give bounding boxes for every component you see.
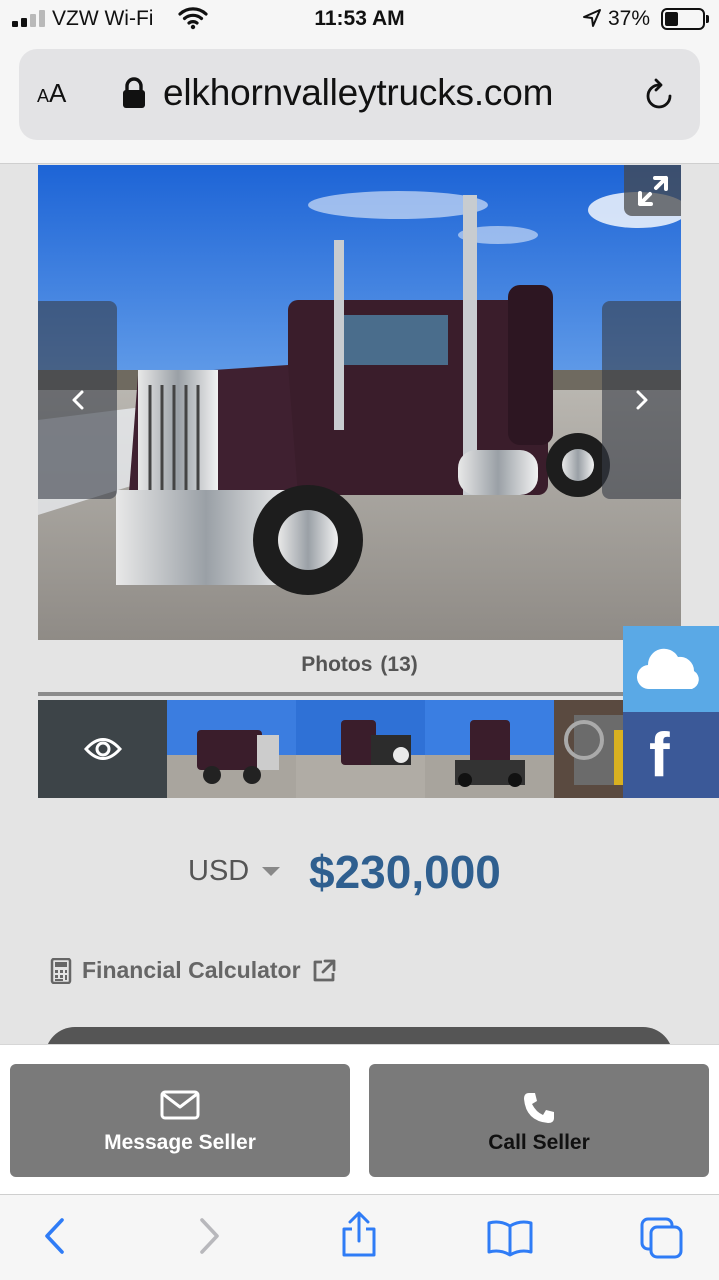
battery-percent: 37% xyxy=(608,7,651,30)
call-seller-label: Call Seller xyxy=(488,1131,590,1154)
view-all-photos-thumbnail[interactable] xyxy=(38,700,167,798)
thumbnail-strip xyxy=(38,700,623,798)
caret-down-icon[interactable] xyxy=(262,867,280,876)
cloud-icon xyxy=(636,648,699,690)
tabs-icon xyxy=(640,1217,683,1259)
photos-count-label[interactable]: Photos (13) xyxy=(38,653,681,677)
tabs-button[interactable] xyxy=(640,1217,684,1264)
message-seller-label: Message Seller xyxy=(104,1131,256,1154)
gallery-next-button[interactable] xyxy=(602,301,681,499)
text-size-button[interactable]: AA xyxy=(37,78,66,109)
reload-icon[interactable] xyxy=(643,77,675,116)
back-icon xyxy=(45,1218,64,1254)
bookmarks-icon xyxy=(487,1220,533,1257)
facebook-share-button[interactable]: f xyxy=(623,712,719,798)
chevron-left-icon xyxy=(72,390,83,410)
forward-button[interactable] xyxy=(194,1216,224,1261)
call-seller-button[interactable]: Call Seller xyxy=(369,1064,709,1177)
forward-icon xyxy=(200,1218,219,1254)
external-link-icon xyxy=(313,959,335,981)
social-share-rail: f xyxy=(623,626,719,798)
currency-selector[interactable]: USD xyxy=(188,855,249,888)
back-button[interactable] xyxy=(40,1216,70,1261)
phone-icon xyxy=(524,1093,554,1123)
financial-calculator-label: Financial Calculator xyxy=(82,957,301,983)
envelope-icon xyxy=(160,1090,200,1120)
photo-thumbnail[interactable] xyxy=(167,700,296,798)
share-button[interactable] xyxy=(340,1211,378,1264)
photo-thumbnail[interactable] xyxy=(554,700,623,798)
listing-price: $230,000 xyxy=(309,846,501,898)
chevron-right-icon xyxy=(636,390,647,410)
url-text[interactable]: elkhornvalleytrucks.com xyxy=(163,72,553,114)
lock-icon xyxy=(122,77,146,114)
battery-tip xyxy=(706,15,709,23)
eye-icon xyxy=(83,738,122,760)
partially-hidden-button[interactable] xyxy=(45,1027,673,1045)
cloud-share-button[interactable] xyxy=(623,626,719,712)
contact-action-bar: Message Seller Call Seller xyxy=(0,1044,719,1194)
status-bar: VZW Wi-Fi 11:53 AM 37% xyxy=(0,0,719,40)
bookmarks-button[interactable] xyxy=(486,1219,534,1262)
location-arrow-icon xyxy=(582,8,602,33)
browser-header: AA elkhornvalleytrucks.com xyxy=(0,40,719,164)
listing-content: Photos (13) f USD $230,000 Financial Cal… xyxy=(0,165,719,1045)
facebook-icon: f xyxy=(649,720,670,790)
photos-divider xyxy=(38,692,623,696)
photos-count: (13) xyxy=(380,653,418,676)
price-row: USD $230,000 xyxy=(0,845,719,905)
expand-icon xyxy=(637,175,668,206)
battery-icon xyxy=(661,8,705,30)
calculator-icon xyxy=(50,957,72,984)
photos-label: Photos xyxy=(301,653,373,676)
photo-thumbnail[interactable] xyxy=(425,700,554,798)
expand-gallery-button[interactable] xyxy=(624,165,681,216)
photo-thumbnail[interactable] xyxy=(296,700,425,798)
message-seller-button[interactable]: Message Seller xyxy=(10,1064,350,1177)
browser-toolbar xyxy=(0,1194,719,1280)
main-photo[interactable] xyxy=(38,165,681,640)
share-icon xyxy=(342,1211,376,1257)
financial-calculator-link[interactable]: Financial Calculator xyxy=(50,957,337,984)
gallery-prev-button[interactable] xyxy=(38,301,117,499)
address-bar[interactable]: AA elkhornvalleytrucks.com xyxy=(19,49,700,140)
